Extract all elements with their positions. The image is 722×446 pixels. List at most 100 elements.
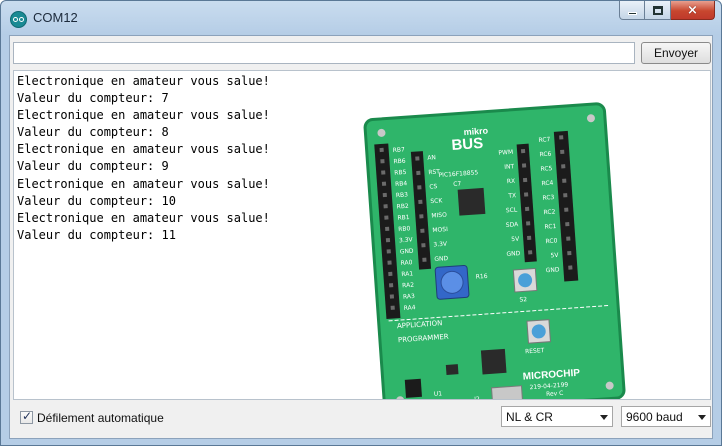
pin-label: RB0	[398, 225, 411, 233]
minimize-button[interactable]	[619, 1, 645, 20]
mcu-chip	[457, 187, 486, 216]
send-input[interactable]	[13, 42, 635, 64]
serial-output-line: Electronique en amateur vous salue!	[17, 142, 270, 157]
header-pin	[420, 228, 425, 233]
u1-label: U1	[434, 390, 443, 398]
header-pin	[566, 236, 571, 241]
pin-label: GND	[434, 255, 449, 263]
header-pin	[526, 221, 531, 226]
programmer-chip	[480, 348, 507, 375]
header-pin	[416, 170, 421, 176]
serial-output-line: Valeur du compteur: 8	[17, 125, 169, 140]
header-pin	[417, 185, 422, 190]
pin-label: RB6	[393, 158, 406, 166]
close-icon: ×	[687, 2, 698, 18]
header-pin	[419, 214, 424, 219]
pin-label: CS	[429, 183, 438, 191]
baud-rate-value: 9600 baud	[626, 410, 683, 424]
serial-output-line: Electronique en amateur vous salue!	[17, 210, 270, 225]
header-pin	[528, 250, 533, 255]
header-pin	[523, 192, 529, 197]
pin-label: GND	[506, 250, 521, 258]
baud-rate-select[interactable]: 9600 baud	[621, 406, 711, 427]
header-pin	[383, 204, 388, 209]
revision-label: Rev C	[546, 390, 564, 398]
pin-label: 3.3V	[433, 241, 448, 249]
line-ending-select[interactable]: NL & CR	[501, 406, 613, 427]
pin-label: RB4	[395, 180, 408, 188]
pin-label: RA0	[400, 259, 412, 267]
header-pin	[559, 135, 564, 140]
title-bar[interactable]: COM12 ×	[1, 1, 721, 35]
header-pin	[527, 235, 532, 240]
send-button[interactable]: Envoyer	[641, 42, 711, 64]
pin-label: 3.3V	[399, 236, 414, 244]
pin-label: RC0	[545, 237, 558, 245]
pin-label: RC3	[542, 194, 555, 202]
header-pin	[563, 193, 568, 198]
serial-output[interactable]: Electronique en amateur vous salue! Valeu…	[13, 70, 711, 400]
c7-label: C7	[453, 180, 462, 188]
regulator-u1	[445, 364, 459, 375]
pin-label: RC5	[540, 165, 553, 173]
header-pin	[382, 192, 387, 198]
maximize-icon	[652, 5, 663, 15]
serial-output-line: Electronique en amateur vous salue!	[17, 74, 270, 88]
pin-label: RX	[507, 178, 516, 186]
pin-label: RC6	[539, 151, 552, 159]
reset-label: RESET	[525, 347, 545, 355]
usb-connector	[490, 385, 524, 399]
header-pin	[564, 207, 569, 212]
close-button[interactable]: ×	[671, 1, 715, 20]
header-pin	[567, 250, 572, 256]
serial-output-line: Electronique en amateur vous salue!	[17, 108, 270, 123]
header-pin	[521, 163, 527, 168]
header-pin	[387, 260, 392, 265]
autoscroll-checkbox[interactable]: ✓	[20, 409, 33, 424]
header-pin	[385, 226, 390, 231]
header-pin	[381, 170, 386, 175]
serial-output-line: Valeur du compteur: 9	[17, 159, 169, 174]
pin-label: GND	[545, 266, 560, 274]
pin-label: RC2	[543, 208, 556, 216]
pin-label: SCK	[430, 197, 443, 205]
pin-label: RB3	[396, 191, 409, 199]
pin-label: RA1	[401, 270, 413, 278]
s2-label: S2	[519, 296, 527, 304]
pin-label: RA4	[404, 304, 416, 312]
status-bar: ✓ Défilement automatique NL & CR 9600 ba…	[10, 402, 712, 438]
checkmark-icon: ✓	[22, 409, 33, 423]
header-pin	[565, 222, 570, 227]
window-title: COM12	[33, 10, 78, 25]
pin-label: RC7	[538, 136, 551, 144]
header-pin	[520, 148, 526, 154]
r16-label: R16	[476, 273, 488, 281]
header-pin	[388, 283, 394, 288]
serial-output-line: Electronique en amateur vous salue!	[17, 176, 270, 191]
header-pin	[421, 243, 426, 248]
header-pin	[560, 149, 565, 154]
pin-label: RB5	[394, 169, 407, 177]
chevron-down-icon	[600, 415, 608, 420]
header-pin	[418, 199, 423, 204]
pin-label: RC4	[541, 180, 554, 188]
serial-output-text: Electronique en amateur vous salue! Valeu…	[17, 73, 270, 244]
header-pin	[381, 181, 387, 186]
header-pin	[561, 164, 566, 169]
autoscroll-label[interactable]: Défilement automatique	[37, 411, 164, 425]
header-pin	[385, 237, 391, 243]
minimize-icon	[627, 11, 637, 15]
pin-label: RC1	[544, 223, 557, 231]
pin-label: SCL	[506, 207, 518, 215]
window-controls: ×	[619, 1, 715, 21]
pin-label: SDA	[506, 221, 520, 229]
header-pin	[386, 249, 391, 254]
maximize-button[interactable]	[645, 1, 671, 20]
j2-label: J2	[473, 396, 480, 400]
header-pin	[388, 271, 393, 277]
mikrobus-logo-big: BUS	[451, 135, 484, 154]
pin-label: GND	[400, 248, 415, 256]
board-photo: mikro BUS RB7RB6RB5RB4RB3RB2RB1RB03.3VGN…	[363, 102, 626, 400]
pin-label: INT	[504, 163, 515, 171]
header-pin	[379, 147, 384, 153]
